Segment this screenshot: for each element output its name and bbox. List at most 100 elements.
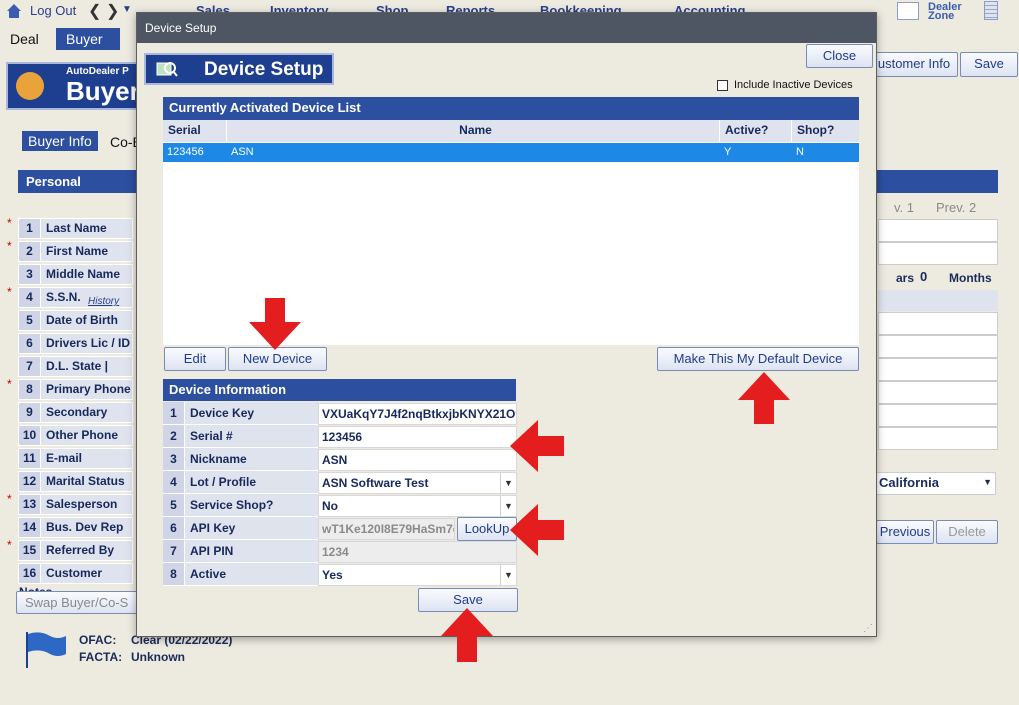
device-info-label-text: API Key xyxy=(190,521,236,535)
device-info-label-text: Nickname xyxy=(190,452,247,466)
row-number: 3 xyxy=(19,265,41,284)
close-button[interactable]: Close xyxy=(806,44,873,68)
bg-field-2 xyxy=(878,242,998,265)
personal-row-label: 10 Other Phone xyxy=(18,425,133,446)
new-device-button[interactable]: New Device xyxy=(228,347,327,371)
personal-row-label: 3 Middle Name xyxy=(18,264,133,285)
ssn-history-link[interactable]: History xyxy=(88,296,119,307)
dialog-title: Device Setup xyxy=(137,13,876,43)
back-icon[interactable]: ❮ xyxy=(88,1,101,21)
device-info-value-text: 123456 xyxy=(322,430,363,444)
row-number: 7 xyxy=(19,357,41,376)
facta-value: Unknown xyxy=(131,650,185,664)
buyer-banner-title: Buyer xyxy=(66,76,140,106)
row-number: 3 xyxy=(163,448,185,470)
device-info-label-text: Lot / Profile xyxy=(190,475,256,489)
dealer-zone-label-2[interactable]: Zone xyxy=(928,10,954,22)
device-shop-cell: N xyxy=(796,146,804,158)
device-info-value[interactable]: No ▼ xyxy=(318,495,517,517)
table-row[interactable]: 123456 ASN Y N xyxy=(163,143,859,162)
menu-chevron-icon[interactable]: ▼ xyxy=(122,4,132,15)
row-number: 8 xyxy=(163,563,185,585)
tab-deal[interactable]: Deal xyxy=(0,28,49,50)
required-marker: * xyxy=(7,377,12,391)
personal-row-label: 14 Bus. Dev Rep xyxy=(18,517,133,538)
device-info-value-text: wT1Ke120I8E79HaSm7c xyxy=(322,522,455,536)
chevron-down-icon[interactable]: ▼ xyxy=(500,473,516,493)
row-number: 4 xyxy=(19,288,41,307)
required-marker: * xyxy=(7,239,12,253)
customer-info-button[interactable]: ustomer Info xyxy=(870,52,958,77)
row-label: Primary Phone xyxy=(46,382,131,396)
delete-button[interactable]: Delete xyxy=(936,520,998,544)
col-name[interactable]: Name xyxy=(227,120,720,142)
col-serial[interactable]: Serial xyxy=(163,120,227,142)
chevron-down-icon[interactable]: ▼ xyxy=(500,565,516,585)
tab-buyer[interactable]: Buyer xyxy=(56,28,120,50)
personal-row-label: 12 Marital Status xyxy=(18,471,133,492)
state-select-value: California xyxy=(879,475,939,490)
row-number: 2 xyxy=(19,242,41,261)
device-info-value[interactable]: Yes ▼ xyxy=(318,564,517,586)
default-device-button[interactable]: Make This My Default Device xyxy=(657,347,859,371)
personal-row-label: 11E-mail Address xyxy=(18,448,133,484)
personal-row-label: 9Secondary Pho xyxy=(18,402,133,438)
row-number: 13 xyxy=(19,495,41,514)
row-number: 5 xyxy=(163,494,185,516)
ofac-label: OFAC: xyxy=(79,633,117,647)
personal-row-label: 1 Last Name xyxy=(18,218,133,239)
device-setup-banner-title: Device Setup xyxy=(204,59,324,80)
chevron-down-icon: ▼ xyxy=(983,477,992,487)
include-inactive-label: Include Inactive Devices xyxy=(734,79,853,91)
prev-1-label: v. 1 xyxy=(894,200,914,215)
home-icon[interactable] xyxy=(5,2,23,20)
personal-row-label: 13 Salesperson xyxy=(18,494,133,515)
personal-row-label: 8 Primary Phone xyxy=(18,379,133,400)
row-label: Last Name xyxy=(46,221,107,235)
required-marker: * xyxy=(7,492,12,506)
row-number: 10 xyxy=(19,426,41,445)
bg-field-7 xyxy=(878,381,998,404)
required-marker: * xyxy=(7,285,12,299)
device-search-icon xyxy=(156,60,178,78)
row-number: 9 xyxy=(19,403,41,422)
device-info-value-text: 1234 xyxy=(322,545,349,559)
col-shop[interactable]: Shop? xyxy=(792,120,859,142)
tab-buyer-info[interactable]: Buyer Info xyxy=(22,131,98,151)
row-label: Middle Name xyxy=(46,267,121,281)
device-info-value[interactable]: VXUaKqY7J4f2nqBtkxjbKNYX21O9 xyxy=(318,403,517,425)
row-number: 5 xyxy=(19,311,41,330)
forward-icon[interactable]: ❯ xyxy=(106,1,119,21)
device-info-label: 3 Nickname xyxy=(163,448,318,471)
device-list-header: Currently Activated Device List xyxy=(163,97,859,120)
previous-button[interactable]: Previous xyxy=(876,520,934,544)
row-label: Date of Birth xyxy=(46,313,118,327)
device-info-value-text: ASN Software Test xyxy=(322,476,429,490)
edit-button[interactable]: Edit xyxy=(164,347,226,371)
device-info-value[interactable]: ASN Software Test ▼ xyxy=(318,472,517,494)
col-active[interactable]: Active? xyxy=(720,120,792,142)
device-info-value[interactable]: ASN xyxy=(318,449,517,471)
row-label: Bus. Dev Rep xyxy=(46,520,124,534)
required-marker: * xyxy=(7,216,12,230)
include-inactive-checkbox[interactable] xyxy=(717,80,728,91)
device-setup-banner: Device Setup xyxy=(144,53,334,85)
lookup-button[interactable]: LookUp xyxy=(457,517,517,541)
device-info-label: 1 Device Key xyxy=(163,402,318,425)
device-info-value-text: Yes xyxy=(322,568,343,582)
device-info-label: 4 Lot / Profile xyxy=(163,471,318,494)
state-select[interactable]: California ▼ xyxy=(876,472,996,495)
calculator-icon[interactable] xyxy=(984,1,998,20)
device-info-label: 2 Serial # xyxy=(163,425,318,448)
swap-buyer-button[interactable]: Swap Buyer/Co-S xyxy=(16,591,140,614)
personal-row-label: 2 First Name xyxy=(18,241,133,262)
device-info-value-text: VXUaKqY7J4f2nqBtkxjbKNYX21O9 xyxy=(322,407,517,421)
resize-grip-icon[interactable]: ⋰ xyxy=(863,623,873,634)
years-label: ars xyxy=(896,271,915,285)
dealer-zone-icon[interactable] xyxy=(897,2,919,20)
row-number: 11 xyxy=(19,449,41,468)
device-info-label: 7 API PIN xyxy=(163,540,318,563)
save-buyer-button[interactable]: Save xyxy=(960,52,1018,77)
device-info-value[interactable]: 123456 xyxy=(318,426,517,448)
logout-link[interactable]: Log Out xyxy=(30,3,76,18)
